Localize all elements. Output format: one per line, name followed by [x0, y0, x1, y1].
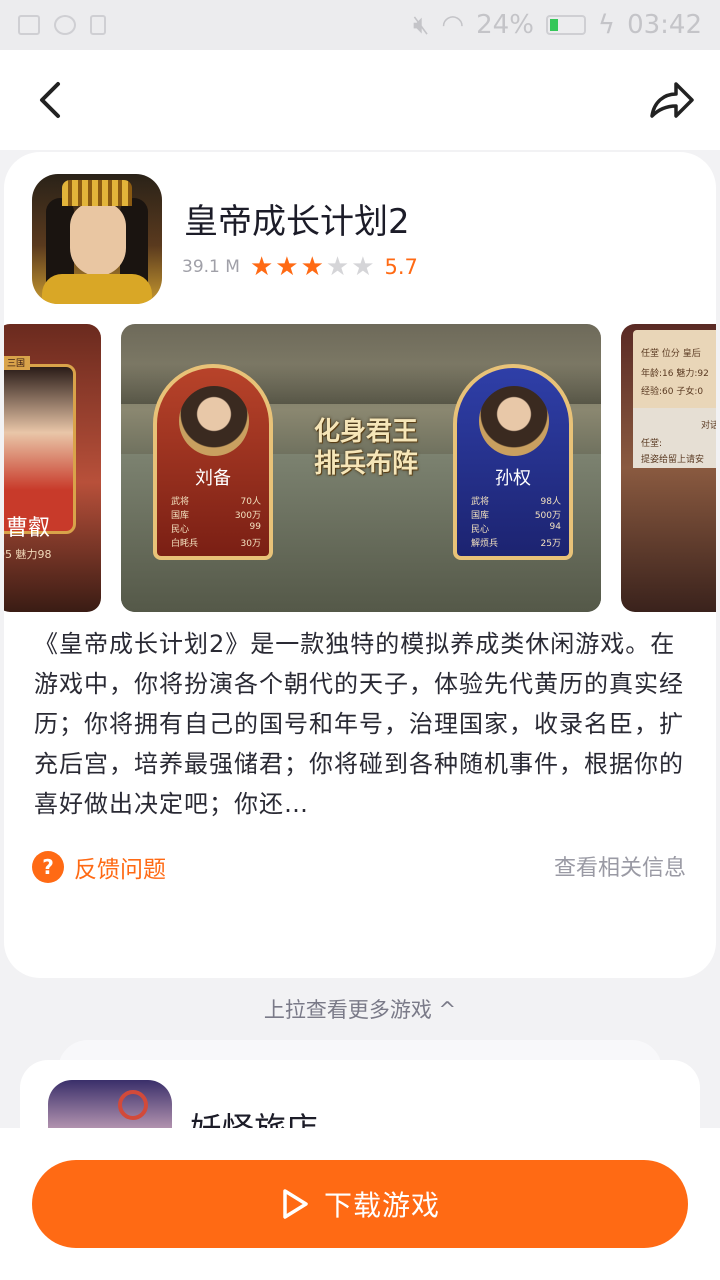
rating-stars: ★ ★ ★ ★ ★ — [250, 254, 375, 280]
screenshot-left[interactable]: 三国 曹叡 95 魅力98 — [4, 324, 101, 612]
hero-banner-left: 刘备 武将 70人 国库 300万 民心 99 白眊兵 30万 — [153, 364, 273, 560]
app-description: 《皇帝成长计划2》是一款独特的模拟养成类休闲游戏。在游戏中，你将扮演各个朝代的天… — [34, 630, 684, 818]
share-icon — [650, 82, 694, 118]
top-nav — [0, 50, 720, 150]
screenshot-tag: 三国 — [4, 356, 30, 370]
star-icon: ★ — [351, 252, 375, 282]
bottom-bar: 下载游戏 — [0, 1128, 720, 1280]
hero-portrait — [479, 386, 549, 456]
app-detail-card: 皇帝成长计划2 39.1 M ★ ★ ★ ★ ★ 5.7 三国 曹叡 95 魅力… — [4, 152, 716, 978]
sd-card-icon — [90, 15, 106, 35]
app-size: 39.1 M — [182, 257, 240, 277]
hero-name: 孙权 — [495, 468, 531, 489]
clock: 03:42 — [627, 10, 702, 40]
hero-banner-right: 孙权 武将 98人 国库 500万 民心 94 解烦兵 25万 — [453, 364, 573, 560]
charging-icon: ϟ — [597, 10, 616, 40]
battery-percent: 24% — [476, 10, 534, 40]
star-icon: ★ — [300, 252, 324, 282]
download-button[interactable]: 下载游戏 — [32, 1160, 688, 1248]
star-icon: ★ — [275, 252, 299, 282]
screenshot-right[interactable]: 任堂 位分 皇后 年龄:16 魅力:92 经验:60 子女:0 对话 任堂: 提… — [621, 324, 716, 612]
pull-up-hint: 上拉查看更多游戏 ^ — [263, 998, 457, 1022]
app-meta: 39.1 M ★ ★ ★ ★ ★ 5.7 — [182, 254, 418, 280]
screenshot-carousel[interactable]: 三国 曹叡 95 魅力98 刘备 武将70人 国库300万 民心99 白眊兵30… — [4, 324, 716, 614]
message-icon — [54, 15, 76, 35]
character-portrait — [4, 364, 76, 534]
chevron-left-icon — [40, 82, 60, 118]
status-bar: 🔇︎ ◠ 24% ϟ 03:42 — [0, 0, 720, 50]
gallery-icon — [18, 15, 40, 35]
question-icon: ? — [32, 851, 64, 883]
star-icon: ★ — [325, 252, 350, 282]
wifi-icon: ◠ — [441, 10, 465, 40]
character-name: 曹叡 — [6, 516, 51, 541]
download-label: 下载游戏 — [323, 1190, 440, 1221]
feedback-button[interactable]: ? 反馈问题 — [32, 850, 166, 884]
star-icon: ★ — [249, 252, 274, 282]
back-button[interactable] — [30, 78, 74, 122]
battery-icon — [545, 15, 586, 35]
share-button[interactable] — [646, 76, 696, 124]
feedback-label: 反馈问题 — [74, 857, 166, 883]
app-icon — [32, 174, 162, 304]
hero-portrait — [179, 386, 249, 456]
screenshot-main[interactable]: 刘备 武将 70人 国库 300万 民心 99 白眊兵 30万 化身君王 排兵布阵 孙权… — [121, 324, 601, 612]
screenshot-slogan: 化身君王 排兵布阵 — [313, 417, 418, 479]
mute-icon: 🔇︎ — [413, 9, 430, 40]
play-icon — [283, 1189, 308, 1219]
rating-score: 5.7 — [384, 255, 418, 279]
hero-name: 刘备 — [195, 468, 231, 489]
more-info-link[interactable]: 查看相关信息 — [554, 850, 686, 882]
character-sub: 95 魅力98 — [4, 548, 52, 561]
app-title: 皇帝成长计划2 — [184, 202, 410, 242]
